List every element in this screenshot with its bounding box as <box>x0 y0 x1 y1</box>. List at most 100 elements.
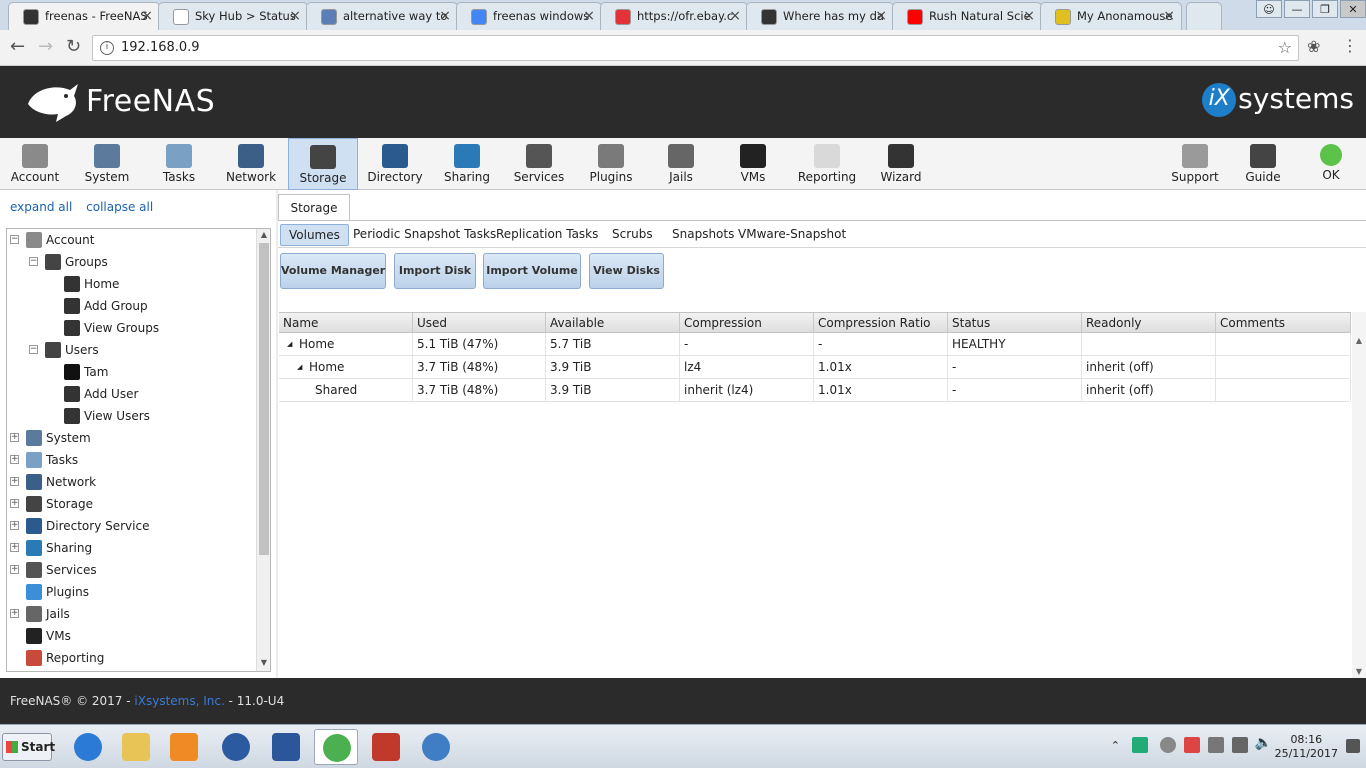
close-tab-icon[interactable]: × <box>141 3 153 29</box>
forward-icon[interactable]: → <box>38 36 53 57</box>
subtab-volumes[interactable]: Volumes <box>280 224 349 246</box>
close-tab-icon[interactable]: × <box>875 3 887 29</box>
menu-icon[interactable]: ⋮ <box>1342 36 1358 55</box>
column-header-readonly[interactable]: Readonly <box>1082 313 1216 333</box>
tree-toggle-icon[interactable]: + <box>10 521 19 530</box>
clock[interactable]: 08:16 25/11/2017 <box>1275 733 1338 761</box>
tray-expand-icon[interactable]: ⌃ <box>1111 739 1120 752</box>
tree-item-add-user[interactable]: Add User <box>7 383 257 405</box>
toolbar-network-button[interactable]: Network <box>216 138 286 188</box>
tree-toggle-icon[interactable]: + <box>10 565 19 574</box>
profile-button[interactable]: ☺ <box>1256 0 1282 18</box>
column-header-comments[interactable]: Comments <box>1216 313 1351 333</box>
taskbar-app[interactable] <box>414 729 458 765</box>
tree-item-tam[interactable]: Tam <box>7 361 257 383</box>
tree-item-reporting[interactable]: Reporting <box>7 647 257 669</box>
toolbar-wizard-button[interactable]: Wizard <box>866 138 936 188</box>
tree-item-network[interactable]: + Network <box>7 471 257 493</box>
tree-item-storage[interactable]: + Storage <box>7 493 257 515</box>
scroll-down-icon[interactable]: ▼ <box>1352 667 1366 676</box>
browser-tab[interactable]: My Anonamouse × <box>1040 2 1182 30</box>
tree-item-home[interactable]: Home <box>7 273 257 295</box>
start-button[interactable]: Start <box>2 733 55 761</box>
view-disks-button[interactable]: View Disks <box>589 253 664 289</box>
tree-item-system[interactable]: + System <box>7 427 257 449</box>
tree-toggle-icon[interactable]: + <box>10 433 19 442</box>
close-window-button[interactable]: ✕ <box>1340 0 1366 18</box>
close-tab-icon[interactable]: × <box>1023 3 1035 29</box>
subtab-periodic-snapshot-tasks[interactable]: Periodic Snapshot Tasks <box>345 224 504 246</box>
scroll-up-icon[interactable]: ▲ <box>257 230 270 242</box>
column-header-compression[interactable]: Compression <box>680 313 814 333</box>
tree-item-jails[interactable]: + Jails <box>7 603 257 625</box>
tree-item-users[interactable]: − Users <box>7 339 257 361</box>
toolbar-reporting-button[interactable]: Reporting <box>792 138 862 188</box>
toolbar-jails-button[interactable]: Jails <box>646 138 716 188</box>
minimize-button[interactable]: — <box>1284 0 1310 18</box>
tree-item-view-users[interactable]: View Users <box>7 405 257 427</box>
toolbar-vms-button[interactable]: VMs <box>718 138 788 188</box>
taskbar-app[interactable] <box>314 729 358 765</box>
browser-tab[interactable]: Sky Hub > Status × <box>158 2 308 30</box>
back-icon[interactable]: ← <box>10 36 25 57</box>
taskbar-app[interactable] <box>66 729 110 765</box>
column-header-status[interactable]: Status <box>948 313 1082 333</box>
security-tray-icon[interactable] <box>1160 737 1176 753</box>
tree-toggle-icon[interactable]: + <box>10 609 19 618</box>
tree-item-add-group[interactable]: Add Group <box>7 295 257 317</box>
scroll-down-icon[interactable]: ▼ <box>257 658 270 670</box>
extension-icon[interactable]: ❀ <box>1307 37 1320 56</box>
column-header-name[interactable]: Name <box>279 313 413 333</box>
tree-toggle-icon[interactable]: + <box>10 477 19 486</box>
taskbar-app[interactable] <box>264 729 308 765</box>
column-header-compression-ratio[interactable]: Compression Ratio <box>814 313 948 333</box>
browser-tab[interactable]: freenas - FreeNAS × <box>8 2 160 30</box>
table-scrollbar[interactable]: ▲ ▼ <box>1352 312 1366 678</box>
close-tab-icon[interactable]: × <box>729 3 741 29</box>
toolbar-tasks-button[interactable]: Tasks <box>144 138 214 188</box>
browser-tab[interactable]: Rush Natural Scie × <box>892 2 1042 30</box>
subtab-scrubs[interactable]: Scrubs <box>604 224 661 246</box>
toolbar-ok-button[interactable]: OK <box>1296 138 1366 188</box>
tree-toggle-icon[interactable]: − <box>29 257 38 266</box>
toolbar-sharing-button[interactable]: Sharing <box>432 138 502 188</box>
toolbar-plugins-button[interactable]: Plugins <box>576 138 646 188</box>
new-tab-button[interactable] <box>1186 2 1222 30</box>
flag-tray-icon[interactable] <box>1184 737 1200 753</box>
toolbar-services-button[interactable]: Services <box>504 138 574 188</box>
close-tab-icon[interactable]: × <box>289 3 301 29</box>
subtab-vmware-snapshot[interactable]: VMware-Snapshot <box>730 224 854 246</box>
network-tray-icon[interactable] <box>1132 737 1148 753</box>
info-icon[interactable]: i <box>100 41 114 55</box>
expand-arrow-icon[interactable]: ◢ <box>287 333 292 355</box>
toolbar-system-button[interactable]: System <box>72 138 142 188</box>
import-disk-button[interactable]: Import Disk <box>394 253 476 289</box>
toolbar-storage-button[interactable]: Storage <box>288 138 358 190</box>
scroll-thumb[interactable] <box>259 243 269 555</box>
taskbar-app[interactable] <box>364 729 408 765</box>
collapse-all-link[interactable]: collapse all <box>86 200 153 214</box>
table-row[interactable]: ◢ Home 5.1 TiB (47%) 5.7 TiB - - HEALTHY <box>279 333 1351 356</box>
display-tray-icon[interactable] <box>1232 737 1248 753</box>
ixsystems-link[interactable]: iXsystems, Inc. <box>134 694 224 708</box>
tree-toggle-icon[interactable]: − <box>29 345 38 354</box>
url-input[interactable]: i 192.168.0.9 ☆ <box>92 35 1299 61</box>
close-tab-icon[interactable]: × <box>439 3 451 29</box>
bookmark-star-icon[interactable]: ☆ <box>1278 36 1292 60</box>
tree-item-services[interactable]: + Services <box>7 559 257 581</box>
tree-toggle-icon[interactable]: + <box>10 543 19 552</box>
browser-tab[interactable]: freenas windows × <box>456 2 602 30</box>
tree-toggle-icon[interactable]: + <box>10 499 19 508</box>
toolbar-directory-button[interactable]: Directory <box>360 138 430 188</box>
toolbar-account-button[interactable]: Account <box>0 138 70 188</box>
taskbar-app[interactable] <box>114 729 158 765</box>
subtab-replication-tasks[interactable]: Replication Tasks <box>488 224 606 246</box>
tree-toggle-icon[interactable]: − <box>10 235 19 244</box>
tree-toggle-icon[interactable]: + <box>10 455 19 464</box>
tree-item-groups[interactable]: − Groups <box>7 251 257 273</box>
browser-tab[interactable]: https://ofr.ebay.c × <box>600 2 748 30</box>
close-tab-icon[interactable]: × <box>1163 3 1175 29</box>
toolbar-support-button[interactable]: Support <box>1160 138 1230 188</box>
taskbar-app[interactable] <box>214 729 258 765</box>
tree-item-vms[interactable]: VMs <box>7 625 257 647</box>
